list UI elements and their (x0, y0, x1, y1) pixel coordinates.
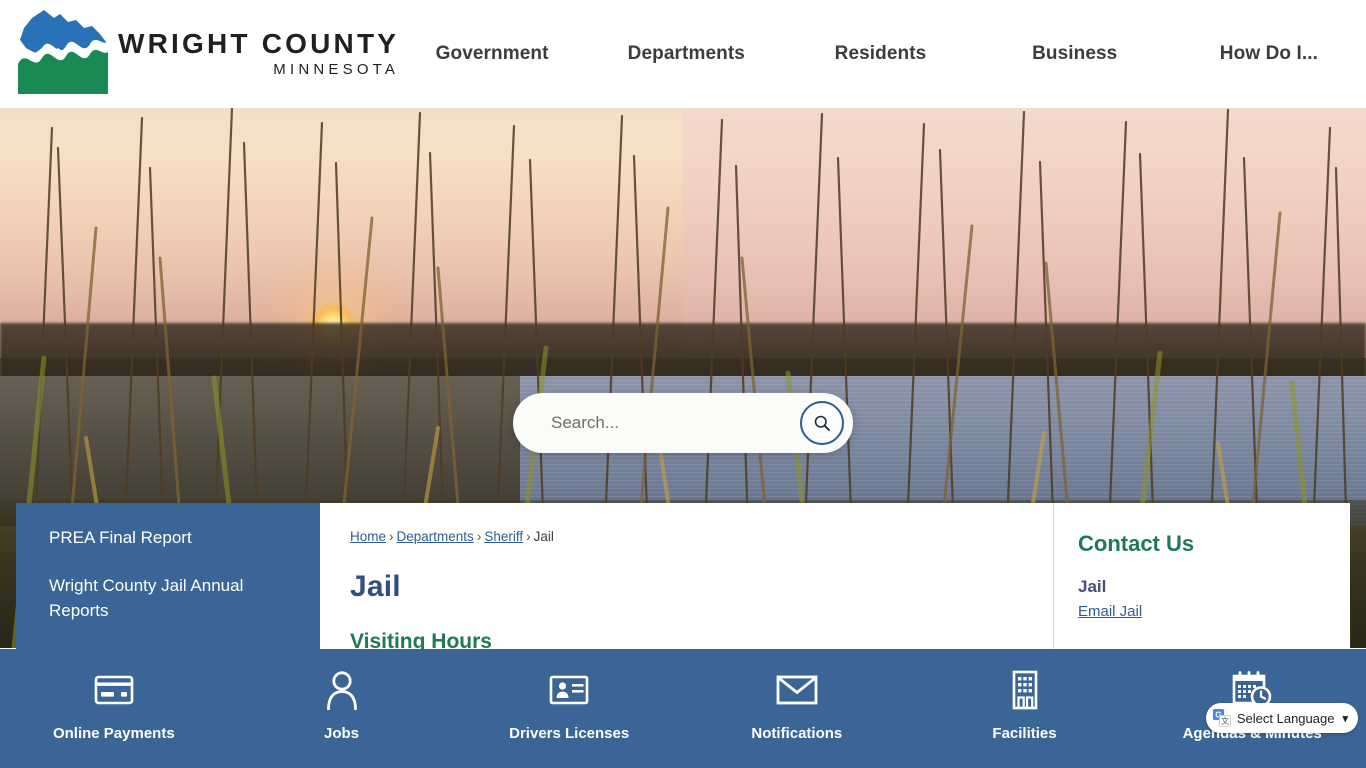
quicklink-jobs[interactable]: Jobs (228, 649, 456, 742)
nav-item-how-do-i[interactable]: How Do I... (1172, 43, 1366, 65)
id-card-icon (549, 675, 589, 705)
language-selector-label: Select Language (1236, 710, 1335, 726)
person-icon (326, 671, 357, 710)
breadcrumb-departments[interactable]: Departments (397, 529, 474, 544)
site-header: WRIGHT COUNTY MINNESOTA Government Depar… (0, 0, 1366, 108)
credit-card-icon (94, 675, 134, 705)
search-button[interactable] (800, 401, 844, 445)
breadcrumb-separator-1: › (389, 529, 394, 544)
building-icon (1012, 670, 1037, 710)
quicklink-drivers-licenses[interactable]: Drivers Licenses (455, 649, 683, 742)
wright-county-logo-icon (18, 10, 108, 94)
nav-item-residents[interactable]: Residents (783, 43, 977, 65)
sidebar-item-prea-final-report[interactable]: PREA Final Report (49, 525, 292, 551)
breadcrumb: Home › Departments › Sheriff › Jail (350, 529, 1023, 544)
nav-item-business[interactable]: Business (978, 43, 1172, 65)
logo-title: WRIGHT COUNTY (118, 27, 400, 59)
email-jail-link[interactable]: Email Jail (1078, 603, 1142, 620)
quicklink-label: Jobs (324, 725, 360, 742)
quicklink-label: Notifications (751, 725, 843, 742)
contact-us-title: Contact Us (1078, 531, 1195, 556)
envelope-icon (776, 675, 818, 705)
breadcrumb-separator-3: › (526, 529, 531, 544)
quick-links-bar: Online Payments Jobs Drivers Licenses No… (0, 649, 1366, 768)
search-icon (814, 415, 830, 431)
contact-name: Jail (1078, 577, 1107, 596)
nav-item-departments[interactable]: Departments (589, 43, 783, 65)
chevron-down-icon: ▾ (1342, 712, 1348, 725)
search-input[interactable] (513, 413, 800, 433)
quicklink-online-payments[interactable]: Online Payments (0, 649, 228, 742)
quicklink-facilities[interactable]: Facilities (911, 649, 1139, 742)
sidebar-item-jail-annual-reports[interactable]: Wright County Jail Annual Reports (49, 573, 292, 624)
site-logo[interactable]: WRIGHT COUNTY MINNESOTA (14, 6, 396, 102)
breadcrumb-current: Jail (533, 529, 554, 544)
logo-subtitle: MINNESOTA (273, 60, 400, 78)
svg-text:文: 文 (1221, 716, 1230, 726)
quicklink-label: Facilities (992, 725, 1057, 742)
breadcrumb-separator-2: › (476, 529, 482, 544)
site-search[interactable] (513, 393, 853, 453)
main-navigation: Government Departments Residents Busines… (395, 0, 1366, 108)
nav-item-government[interactable]: Government (395, 43, 589, 65)
quicklink-notifications[interactable]: Notifications (683, 649, 911, 742)
google-translate-icon: G 文 (1212, 709, 1231, 727)
breadcrumb-home[interactable]: Home (350, 529, 386, 544)
page-title: Jail (350, 570, 401, 603)
quicklink-label: Drivers Licenses (509, 725, 630, 742)
breadcrumb-sheriff[interactable]: Sheriff (484, 529, 523, 544)
language-selector[interactable]: G 文 Select Language ▾ (1205, 703, 1358, 733)
quicklink-label: Online Payments (52, 725, 175, 742)
